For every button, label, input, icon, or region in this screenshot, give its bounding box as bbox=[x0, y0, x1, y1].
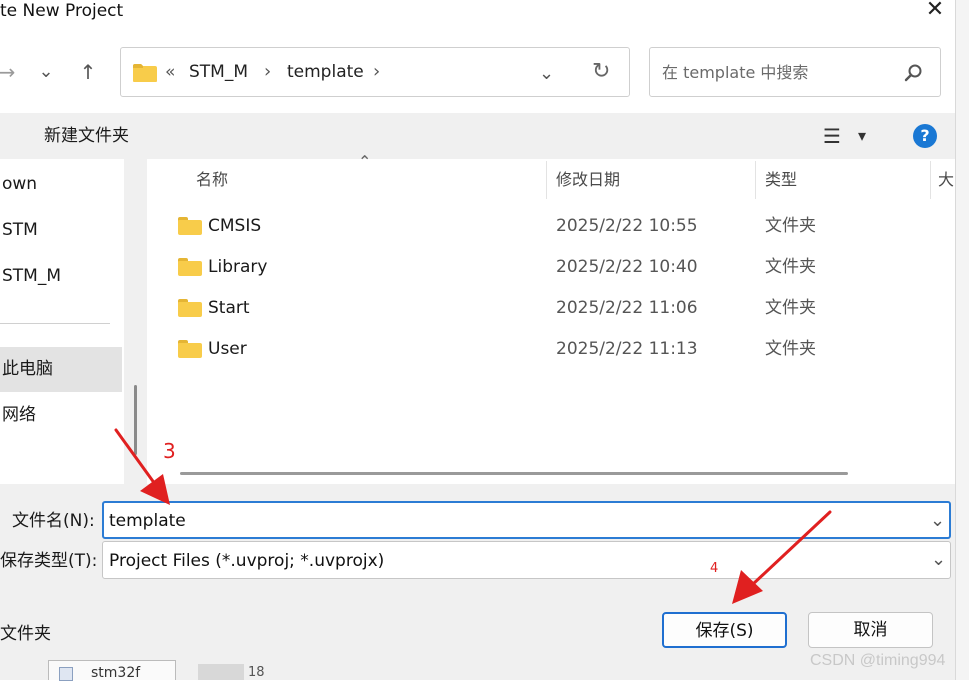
filetype-label: 保存类型(T): bbox=[0, 551, 98, 571]
file-type: 文件夹 bbox=[765, 216, 816, 236]
nav-item-own[interactable]: own bbox=[0, 162, 122, 206]
file-type: 文件夹 bbox=[765, 298, 816, 318]
view-dropdown-icon[interactable]: ▾ bbox=[858, 124, 866, 148]
background-window-edge bbox=[955, 0, 969, 680]
close-button[interactable]: ✕ bbox=[922, 0, 948, 22]
file-date: 2025/2/22 11:13 bbox=[556, 339, 698, 359]
navigation-divider bbox=[0, 323, 110, 324]
help-icon[interactable]: ? bbox=[913, 124, 937, 148]
toolbar bbox=[0, 113, 955, 159]
nav-item-this-pc[interactable]: 此电脑 bbox=[0, 347, 122, 392]
breadcrumb-stm-m[interactable]: STM_M bbox=[189, 61, 248, 83]
annotation-step-3: 3 bbox=[163, 439, 176, 463]
breadcrumb-template[interactable]: template bbox=[287, 61, 364, 83]
hide-folders-toggle[interactable]: 文件夹 bbox=[0, 622, 51, 646]
nav-item-network[interactable]: 网络 bbox=[0, 393, 122, 437]
file-name: CMSIS bbox=[208, 216, 262, 236]
address-dropdown-icon[interactable]: ⌄ bbox=[539, 65, 554, 83]
file-date: 2025/2/22 10:55 bbox=[556, 216, 698, 236]
filetype-dropdown-icon[interactable]: ⌄ bbox=[931, 551, 946, 569]
filename-dropdown-icon[interactable]: ⌄ bbox=[930, 512, 945, 530]
breadcrumb-separator-icon[interactable]: › bbox=[264, 61, 271, 83]
address-bar[interactable]: « STM_M › template › ⌄ ↻ bbox=[120, 47, 630, 97]
search-box[interactable] bbox=[649, 47, 941, 97]
column-header-type[interactable]: 类型 bbox=[765, 169, 797, 191]
organize-menu-edge[interactable] bbox=[0, 124, 6, 146]
navigation-scrollbar-thumb[interactable] bbox=[134, 385, 137, 455]
background-gutter bbox=[198, 664, 244, 680]
list-item[interactable]: CMSIS 2025/2/22 10:55 文件夹 bbox=[170, 206, 950, 246]
column-header-date[interactable]: 修改日期 bbox=[556, 169, 620, 191]
horizontal-scrollbar[interactable] bbox=[180, 472, 848, 475]
save-button[interactable]: 保存(S) bbox=[662, 612, 787, 648]
nav-item-stm[interactable]: STM bbox=[0, 208, 122, 252]
column-header-name[interactable]: 名称 bbox=[196, 169, 228, 191]
dialog-title: te New Project bbox=[0, 1, 124, 21]
sort-ascending-icon: ⌃ bbox=[358, 152, 372, 171]
file-name: User bbox=[208, 339, 247, 359]
filename-field[interactable]: ⌄ bbox=[102, 501, 951, 539]
folder-icon bbox=[178, 340, 202, 358]
file-type: 文件夹 bbox=[765, 257, 816, 277]
filename-input[interactable] bbox=[109, 508, 909, 534]
filename-label: 文件名(N): bbox=[12, 511, 95, 531]
folder-icon bbox=[178, 217, 202, 235]
recent-locations-chevron-icon[interactable]: ⌄ bbox=[34, 60, 58, 84]
file-date: 2025/2/22 10:40 bbox=[556, 257, 698, 277]
file-date: 2025/2/22 11:06 bbox=[556, 298, 698, 318]
column-divider[interactable] bbox=[546, 161, 547, 199]
background-tab: stm32f bbox=[48, 660, 176, 681]
folder-icon bbox=[178, 258, 202, 276]
column-divider[interactable] bbox=[755, 161, 756, 199]
up-arrow-icon[interactable]: ↑ bbox=[76, 60, 100, 84]
background-line-number: 18 bbox=[248, 665, 265, 680]
background-window-stub: stm32f 18 bbox=[48, 660, 408, 681]
folder-icon bbox=[133, 64, 157, 82]
file-type: 文件夹 bbox=[765, 339, 816, 359]
refresh-icon[interactable]: ↻ bbox=[592, 60, 610, 84]
file-icon bbox=[59, 667, 73, 681]
overflow-chevron-icon[interactable]: « bbox=[165, 61, 175, 83]
background-tab-label: stm32f bbox=[91, 665, 141, 681]
column-divider[interactable] bbox=[930, 161, 931, 199]
nav-item-stm-m[interactable]: STM_M bbox=[0, 254, 122, 298]
folder-icon bbox=[178, 299, 202, 317]
title-bar bbox=[0, 0, 955, 26]
new-folder-button[interactable]: 新建文件夹 bbox=[44, 124, 129, 148]
filetype-select[interactable]: Project Files (*.uvproj; *.uvprojx) ⌄ bbox=[102, 541, 951, 579]
search-input[interactable] bbox=[662, 60, 892, 84]
list-item[interactable]: Start 2025/2/22 11:06 文件夹 bbox=[170, 288, 950, 328]
file-name: Library bbox=[208, 257, 268, 277]
forward-arrow-icon[interactable]: → bbox=[0, 60, 18, 84]
view-options-icon[interactable]: ☰ bbox=[823, 124, 841, 148]
column-header-size[interactable]: 大 bbox=[938, 169, 954, 191]
search-icon[interactable] bbox=[903, 63, 923, 83]
cancel-button[interactable]: 取消 bbox=[808, 612, 933, 648]
list-item[interactable]: User 2025/2/22 11:13 文件夹 bbox=[170, 329, 950, 369]
file-name: Start bbox=[208, 298, 250, 318]
filetype-value: Project Files (*.uvproj; *.uvprojx) bbox=[109, 551, 385, 571]
annotation-step-4: 4 bbox=[710, 561, 719, 576]
watermark: CSDN @timing994 bbox=[810, 652, 946, 669]
list-item[interactable]: Library 2025/2/22 10:40 文件夹 bbox=[170, 247, 950, 287]
breadcrumb-separator-icon[interactable]: › bbox=[373, 61, 380, 83]
